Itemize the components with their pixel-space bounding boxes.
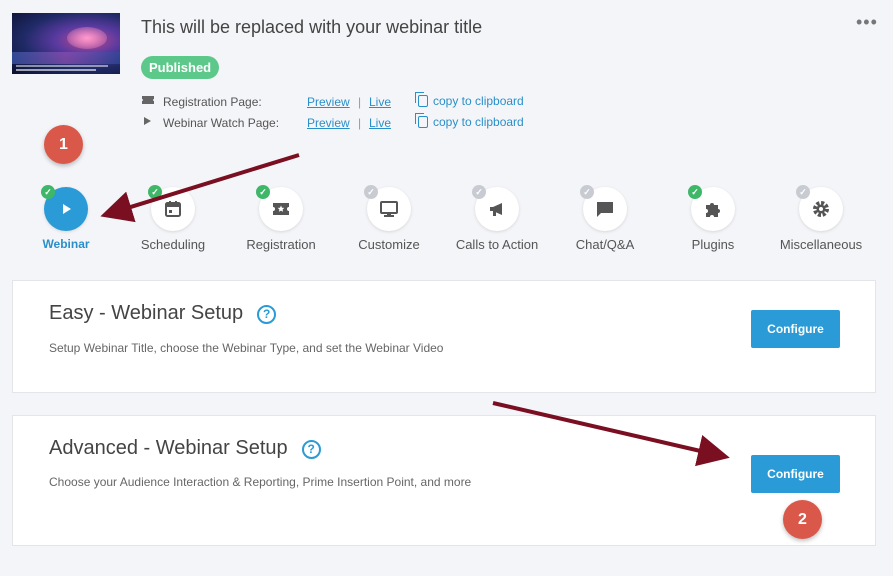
easy-setup-card: Easy - Webinar Setup? Setup Webinar Titl… <box>12 280 876 393</box>
check-icon: ✓ <box>41 185 55 199</box>
step-label: Plugins <box>691 237 735 252</box>
status-badge: Published <box>141 56 220 79</box>
step-label: Miscellaneous <box>779 237 863 252</box>
step-customize[interactable]: ✓ Customize <box>334 185 444 252</box>
check-icon: ✓ <box>580 185 594 199</box>
step-circle: ✓ <box>364 185 411 231</box>
step-circle: ✓ <box>41 185 88 231</box>
check-icon: ✓ <box>148 185 162 199</box>
ticket-icon <box>142 95 156 109</box>
step-webinar[interactable]: ✓ Webinar <box>11 185 121 251</box>
link-separator: | <box>358 116 362 130</box>
easy-configure-button[interactable]: Configure <box>751 310 840 348</box>
advanced-setup-card: Advanced - Webinar Setup? Choose your Au… <box>12 415 876 546</box>
advanced-configure-button[interactable]: Configure <box>751 455 840 493</box>
copy-label: copy to clipboard <box>433 94 524 108</box>
card-description: Setup Webinar Title, choose the Webinar … <box>49 341 444 355</box>
step-label: Calls to Action <box>455 237 539 252</box>
link-separator: | <box>358 95 362 109</box>
watch-copy-link[interactable]: copy to clipboard <box>415 113 524 129</box>
step-registration[interactable]: ✓ Registration <box>226 185 336 252</box>
help-icon[interactable]: ? <box>301 440 321 459</box>
webinar-thumbnail <box>12 13 120 74</box>
step-marker-2: 2 <box>783 500 822 539</box>
step-circle: ✓ <box>796 185 843 231</box>
thumbnail-caption-line <box>16 65 108 67</box>
step-circle: ✓ <box>256 185 303 231</box>
check-icon: ✓ <box>796 185 810 199</box>
step-label: Scheduling <box>140 237 206 252</box>
step-label: Chat/Q&A <box>575 237 635 252</box>
chat-icon <box>597 202 613 217</box>
registration-preview-link[interactable]: Preview <box>307 95 350 109</box>
step-chat-qa[interactable]: ✓ Chat/Q&A <box>550 185 660 252</box>
step-circle: ✓ <box>472 185 519 231</box>
gear-icon <box>813 201 829 217</box>
more-dots-icon[interactable]: ••• <box>856 12 878 33</box>
step-circle: ✓ <box>688 185 735 231</box>
play-icon <box>63 204 71 214</box>
card-title: Advanced - Webinar Setup? <box>49 437 321 460</box>
watch-page-label: Webinar Watch Page: <box>163 116 280 130</box>
megaphone-icon <box>490 203 502 216</box>
check-icon: ✓ <box>256 185 270 199</box>
card-title-text: Easy - Webinar Setup <box>49 302 244 324</box>
step-plugins[interactable]: ✓ Plugins <box>658 185 768 252</box>
play-icon <box>142 116 156 130</box>
step-circle: ✓ <box>580 185 627 231</box>
calendar-icon <box>165 201 181 217</box>
monitor-icon <box>380 201 398 217</box>
step-label: Customize <box>358 237 420 252</box>
puzzle-icon <box>706 203 720 217</box>
webinar-title: This will be replaced with your webinar … <box>141 17 483 37</box>
registration-live-link[interactable]: Live <box>369 95 391 109</box>
card-description: Choose your Audience Interaction & Repor… <box>49 475 472 489</box>
step-label: Registration <box>246 237 316 252</box>
check-icon: ✓ <box>688 185 702 199</box>
copy-label: copy to clipboard <box>433 115 524 129</box>
step-circle: ✓ <box>148 185 195 231</box>
registration-copy-link[interactable]: copy to clipboard <box>415 92 524 108</box>
watch-preview-link[interactable]: Preview <box>307 116 350 130</box>
check-icon: ✓ <box>472 185 486 199</box>
ticket-icon <box>273 203 289 215</box>
step-calls-to-action[interactable]: ✓ Calls to Action <box>442 185 552 252</box>
thumbnail-glow <box>67 27 107 49</box>
step-marker-1: 1 <box>44 125 83 164</box>
check-icon: ✓ <box>364 185 378 199</box>
copy-icon <box>415 113 428 128</box>
watch-live-link[interactable]: Live <box>369 116 391 130</box>
step-miscellaneous[interactable]: ✓ Miscellaneous <box>766 185 876 252</box>
registration-page-label: Registration Page: <box>163 95 262 109</box>
thumbnail-city <box>12 52 120 64</box>
help-icon[interactable]: ? <box>257 305 277 324</box>
step-scheduling[interactable]: ✓ Scheduling <box>118 185 228 252</box>
card-title-text: Advanced - Webinar Setup <box>49 437 288 459</box>
copy-icon <box>415 92 428 107</box>
card-title: Easy - Webinar Setup? <box>49 302 277 325</box>
step-label: Webinar <box>42 237 90 251</box>
thumbnail-caption-line <box>16 69 96 71</box>
